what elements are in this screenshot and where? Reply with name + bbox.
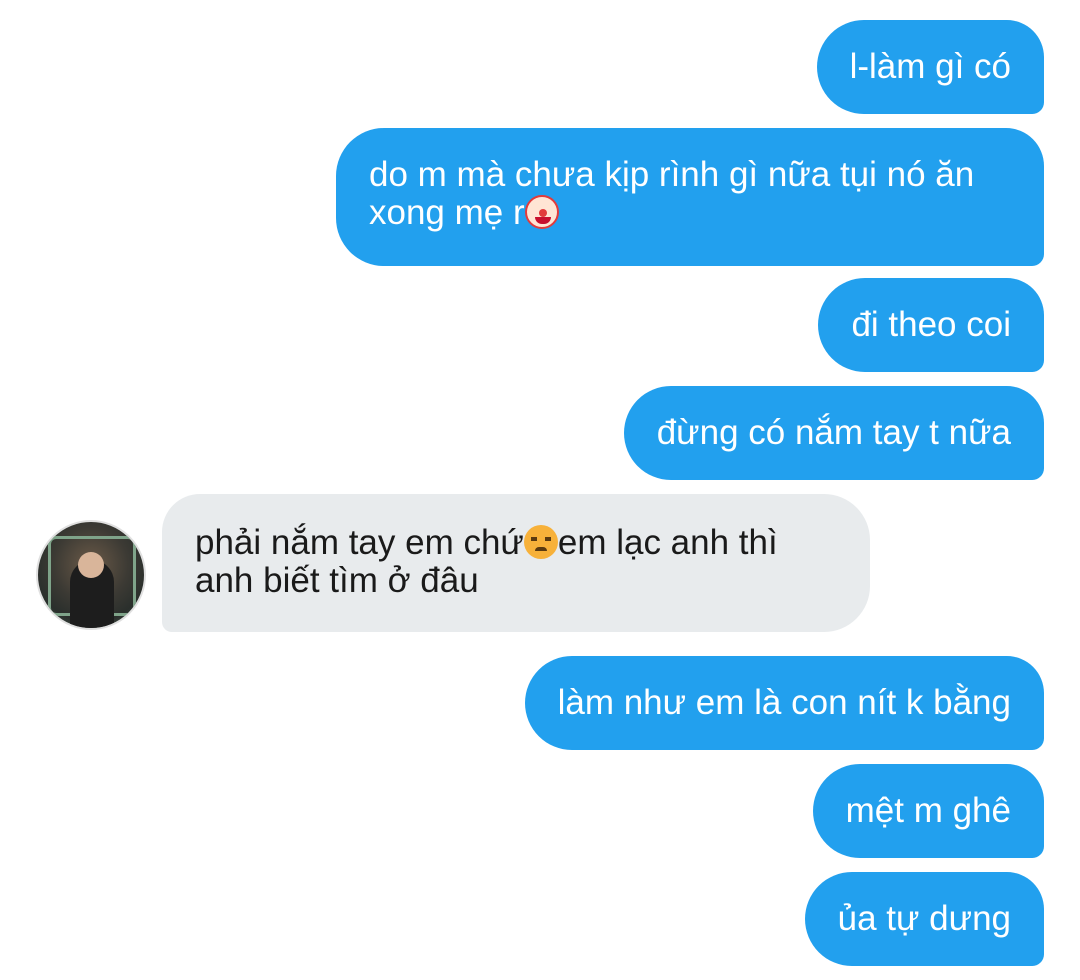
sent-message-bubble[interactable]: l-làm gì có [816,20,1044,114]
message-text: phải nắm tay em chứ [195,523,524,562]
sent-message-bubble[interactable]: đi theo coi [818,278,1044,372]
message-text: xong mẹ r [369,193,525,232]
message-text-line: phải nắm tay em chứ em lạc anh thì [195,524,837,562]
received-message-bubble[interactable]: phải nắm tay em chứ em lạc anh thì anh bi… [162,494,870,632]
message-text: l-làm gì có [849,47,1011,86]
sent-message-bubble[interactable]: đừng có nắm tay t nữa [623,386,1044,480]
clown-face-icon [524,195,559,229]
message-text: ủa tự dưng [837,899,1011,938]
message-text: đừng có nắm tay t nữa [656,413,1011,452]
message-text: làm như em là con nít k bằng [557,683,1011,722]
avatar-photo-head [78,552,104,578]
sent-message-bubble[interactable]: mệt m ghê [812,764,1044,858]
message-text: em lạc anh thì [557,523,778,562]
sent-message-bubble[interactable]: ủa tự dưng [804,872,1044,966]
message-text-line: do m mà chưa kịp rình gì nữa tụi nó ăn [369,155,975,194]
message-text: mệt m ghê [845,791,1011,830]
sent-message-bubble[interactable]: làm như em là con nít k bằng [524,656,1044,750]
sent-message-bubble[interactable]: do m mà chưa kịp rình gì nữa tụi nó ăn x… [336,128,1044,266]
message-text: đi theo coi [851,305,1011,344]
contact-avatar[interactable] [36,520,146,630]
message-text-line: anh biết tìm ở đâu [195,561,479,600]
angry-face-icon [523,525,558,559]
message-text-line: xong mẹ r [369,194,1011,232]
